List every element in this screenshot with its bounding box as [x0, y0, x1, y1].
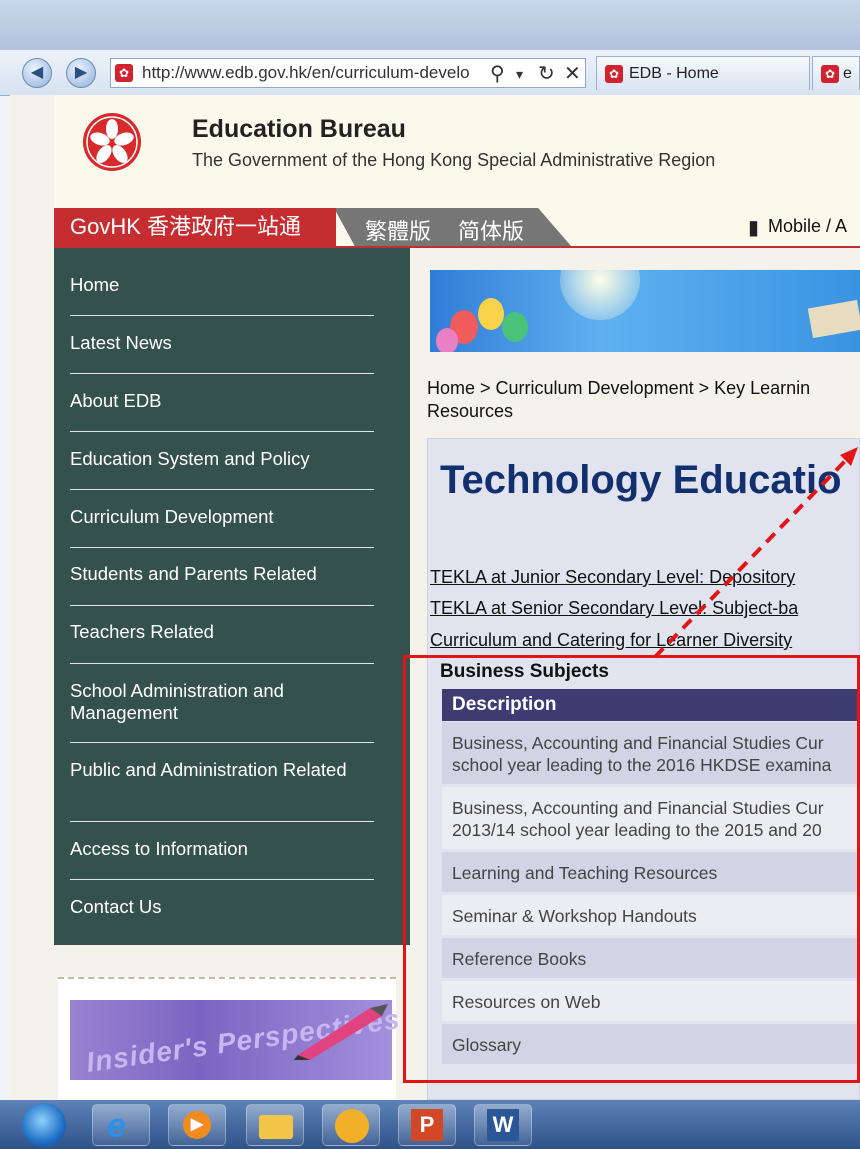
word-icon[interactable]: W	[474, 1104, 532, 1146]
ie-glyph: e	[107, 1107, 126, 1145]
balloon-shape	[478, 298, 504, 330]
folder-glyph	[259, 1115, 293, 1139]
powerpoint-glyph: P	[411, 1109, 443, 1141]
nav-item-students-parents[interactable]: Students and Parents Related	[70, 563, 374, 585]
link-tekla-junior[interactable]: TEKLA at Junior Secondary Level: Deposit…	[430, 567, 795, 588]
start-orb-icon[interactable]	[22, 1103, 66, 1147]
nav-item-teachers[interactable]: Teachers Related	[70, 621, 374, 643]
tab-favicon-icon: ✿	[821, 65, 839, 83]
balloon-shape	[502, 312, 528, 342]
nav-item-about-edb[interactable]: About EDB	[70, 390, 374, 412]
dropdown-icon[interactable]: ▾	[516, 66, 523, 83]
powerpoint-icon[interactable]: P	[398, 1104, 456, 1146]
breadcrumb-kla[interactable]: Key Learnin	[714, 378, 810, 398]
link-tekla-senior[interactable]: TEKLA at Senior Secondary Level: Subject…	[430, 598, 798, 619]
stop-icon[interactable]: ✕	[564, 61, 581, 86]
pen-icon	[293, 1004, 388, 1060]
header-banner-image	[430, 270, 860, 352]
tab-label: e	[843, 65, 852, 82]
nav-item-curriculum-development[interactable]: Curriculum Development	[70, 506, 374, 528]
sun-glow-shape	[560, 270, 640, 320]
window-titlebar	[0, 0, 860, 50]
nav-divider	[70, 431, 374, 432]
books-shape	[807, 299, 860, 339]
nav-divider	[70, 489, 374, 490]
site-title[interactable]: Education Bureau	[192, 115, 406, 144]
annotation-highlight-box	[403, 655, 860, 1083]
site-favicon-icon: ✿	[115, 64, 133, 82]
breadcrumb-curriculum[interactable]: Curriculum Development	[496, 378, 694, 398]
search-icon[interactable]: ⚲	[490, 61, 505, 86]
nav-item-public-administration[interactable]: Public and Administration Related	[70, 759, 374, 781]
nav-divider	[70, 373, 374, 374]
tab-edb-home[interactable]: ✿ EDB - Home	[596, 56, 810, 90]
nav-divider	[70, 821, 374, 822]
back-button[interactable]: ◀	[22, 58, 52, 88]
balloon-shape	[436, 328, 458, 352]
nav-divider	[70, 879, 374, 880]
tab-second[interactable]: ✿ e	[812, 56, 860, 90]
breadcrumb: Home > Curriculum Development > Key Lear…	[427, 377, 860, 423]
breadcrumb-home[interactable]: Home	[427, 378, 475, 398]
nav-item-education-system[interactable]: Education System and Policy	[70, 448, 374, 470]
word-glyph: W	[487, 1109, 519, 1141]
mobile-link[interactable]: Mobile / A	[768, 216, 847, 237]
nav-divider	[70, 605, 374, 606]
nav-divider	[70, 742, 374, 743]
forward-button[interactable]: ▶	[66, 58, 96, 88]
file-explorer-icon[interactable]	[246, 1104, 304, 1146]
govhk-link[interactable]: GovHK 香港政府一站通	[54, 208, 336, 246]
nav-item-school-administration[interactable]: School Administration and Management	[70, 680, 374, 724]
media-player-icon[interactable]: ▶	[168, 1104, 226, 1146]
app-yellow-icon[interactable]	[322, 1104, 380, 1146]
breadcrumb-separator: >	[693, 378, 715, 398]
hksar-emblem-icon[interactable]	[82, 99, 142, 185]
nav-item-home[interactable]: Home	[70, 274, 374, 296]
nav-divider	[70, 315, 374, 316]
internet-explorer-icon[interactable]: e	[92, 1104, 150, 1146]
tab-favicon-icon: ✿	[605, 65, 623, 83]
app-glyph	[335, 1109, 369, 1143]
nav-item-access-to-information[interactable]: Access to Information	[70, 838, 374, 860]
breadcrumb-separator: >	[475, 378, 496, 398]
tab-label: EDB - Home	[629, 65, 719, 82]
media-glyph: ▶	[183, 1111, 211, 1139]
refresh-icon[interactable]: ↻	[538, 61, 555, 86]
simplified-chinese-link[interactable]: 简体版	[458, 214, 524, 246]
nav-item-contact-us[interactable]: Contact Us	[70, 896, 374, 918]
address-bar-url[interactable]: http://www.edb.gov.hk/en/curriculum-deve…	[142, 63, 482, 83]
nav-item-latest-news[interactable]: Latest News	[70, 332, 374, 354]
breadcrumb-resources: Resources	[427, 401, 514, 421]
link-curriculum-diversity[interactable]: Curriculum and Catering for Learner Dive…	[430, 630, 792, 651]
traditional-chinese-link[interactable]: 繁體版	[365, 214, 431, 246]
page-title: Technology Educatio	[440, 458, 842, 502]
site-subtitle: The Government of the Hong Kong Special …	[192, 150, 716, 170]
nav-divider	[70, 663, 374, 664]
nav-divider	[70, 547, 374, 548]
mobile-phone-icon: ▮	[748, 217, 760, 239]
